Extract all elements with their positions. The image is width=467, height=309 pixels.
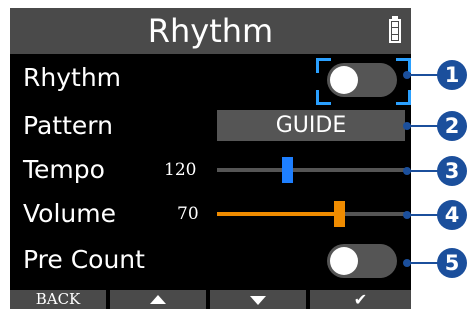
slider-track [217, 168, 405, 172]
callout-line-5 [407, 262, 441, 264]
device-screen: Rhythm Rhythm Pattern GUIDE Tempo 120 Vo… [10, 8, 411, 309]
pattern-value-button[interactable]: GUIDE [217, 110, 405, 141]
tempo-row[interactable]: Tempo 120 [10, 150, 411, 194]
focus-bracket-bottom-right [396, 90, 411, 105]
bottom-button-bar: BACK ✔ [10, 290, 411, 309]
callout-5: 5 [437, 248, 467, 278]
rhythm-toggle[interactable] [327, 63, 397, 97]
battery-full-icon [389, 16, 401, 43]
volume-slider[interactable] [217, 194, 405, 234]
callout-3: 3 [437, 156, 467, 186]
title-bar: Rhythm [10, 8, 411, 54]
screen-title: Rhythm [147, 12, 274, 50]
callout-line-2 [407, 125, 441, 127]
volume-label: Volume [23, 199, 116, 228]
callout-line-3 [407, 170, 441, 172]
pattern-label: Pattern [23, 111, 113, 140]
precount-label: Pre Count [23, 245, 145, 274]
precount-toggle[interactable] [327, 244, 397, 278]
rhythm-row[interactable]: Rhythm [10, 58, 411, 105]
slider-thumb[interactable] [334, 201, 345, 227]
tempo-label: Tempo [23, 155, 105, 184]
volume-value: 70 [177, 204, 199, 224]
slider-thumb[interactable] [282, 157, 293, 183]
tempo-value: 120 [164, 160, 197, 180]
callout-2: 2 [437, 111, 467, 141]
confirm-button[interactable]: ✔ [310, 290, 411, 309]
tempo-slider[interactable] [217, 150, 405, 190]
triangle-up-icon [150, 295, 166, 304]
slider-fill [217, 212, 334, 216]
callout-1: 1 [437, 60, 467, 90]
pattern-row[interactable]: Pattern GUIDE [10, 106, 411, 150]
callout-line-4 [407, 214, 441, 216]
callout-4: 4 [437, 200, 467, 230]
up-button[interactable] [110, 290, 206, 309]
toggle-knob [330, 66, 358, 94]
precount-row[interactable]: Pre Count [10, 240, 411, 284]
callout-line-1 [407, 74, 441, 76]
down-button[interactable] [210, 290, 306, 309]
back-button[interactable]: BACK [10, 290, 106, 309]
toggle-knob [330, 247, 358, 275]
volume-row[interactable]: Volume 70 [10, 194, 411, 238]
rhythm-label: Rhythm [23, 63, 122, 92]
focus-bracket-bottom-left [316, 90, 331, 105]
triangle-down-icon [250, 296, 266, 305]
figure: Rhythm Rhythm Pattern GUIDE Tempo 120 Vo… [0, 0, 467, 309]
